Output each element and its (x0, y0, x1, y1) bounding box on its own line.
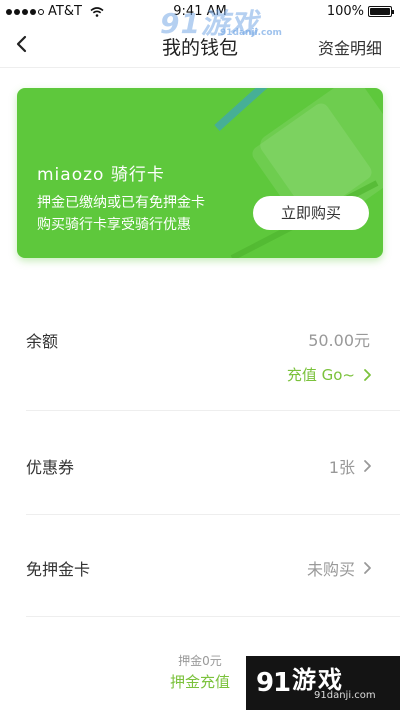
watermark-91-icon: 9 1 (256, 668, 290, 698)
recharge-label: 充值 Go~ (286, 366, 355, 384)
chevron-right-icon (364, 460, 371, 472)
divider (26, 514, 400, 515)
svg-text:1: 1 (273, 668, 290, 698)
coupon-label: 优惠券 (26, 458, 75, 477)
deposit-free-card-row[interactable]: 免押金卡 未购买 (26, 554, 372, 580)
balance-value: 50.00元 (308, 331, 370, 350)
card-description-2: 购买骑行卡享受骑行优惠 (37, 217, 191, 233)
card-title: miaozo 骑行卡 (37, 165, 165, 185)
divider (26, 410, 400, 411)
watermark-bottom-url: 91danji.com (314, 690, 376, 701)
battery-icon (368, 6, 394, 17)
status-right: 100% (326, 4, 394, 19)
balance-label: 余额 (26, 332, 59, 351)
coupon-count: 1张 (328, 458, 355, 477)
chevron-right-icon (364, 368, 371, 381)
deposit-free-card-value-group: 未购买 (307, 556, 372, 580)
nav-bar: 我的钱包 资金明细 (0, 22, 400, 68)
coupon-row[interactable]: 优惠券 1张 (26, 452, 372, 478)
coupon-value-group: 1张 (329, 454, 372, 478)
deposit-free-card-label: 免押金卡 (26, 560, 91, 579)
recharge-link[interactable]: 充值 Go~ (287, 364, 372, 385)
fund-details-link[interactable]: 资金明细 (318, 35, 382, 59)
watermark-logo-bottom: 9 1 游戏 91danji.com (246, 656, 400, 710)
card-description-1: 押金已缴纳或已有免押金卡 (37, 195, 205, 211)
riding-card-banner: miaozo 骑行卡 押金已缴纳或已有免押金卡 购买骑行卡享受骑行优惠 立即购买 (17, 88, 383, 258)
chevron-right-icon (364, 562, 371, 574)
svg-text:9: 9 (256, 668, 274, 698)
divider (26, 616, 400, 617)
buy-now-button[interactable]: 立即购买 (253, 196, 369, 230)
deposit-free-card-status: 未购买 (306, 560, 355, 579)
battery-percent: 100% (326, 4, 364, 19)
battery-fill (370, 8, 390, 15)
